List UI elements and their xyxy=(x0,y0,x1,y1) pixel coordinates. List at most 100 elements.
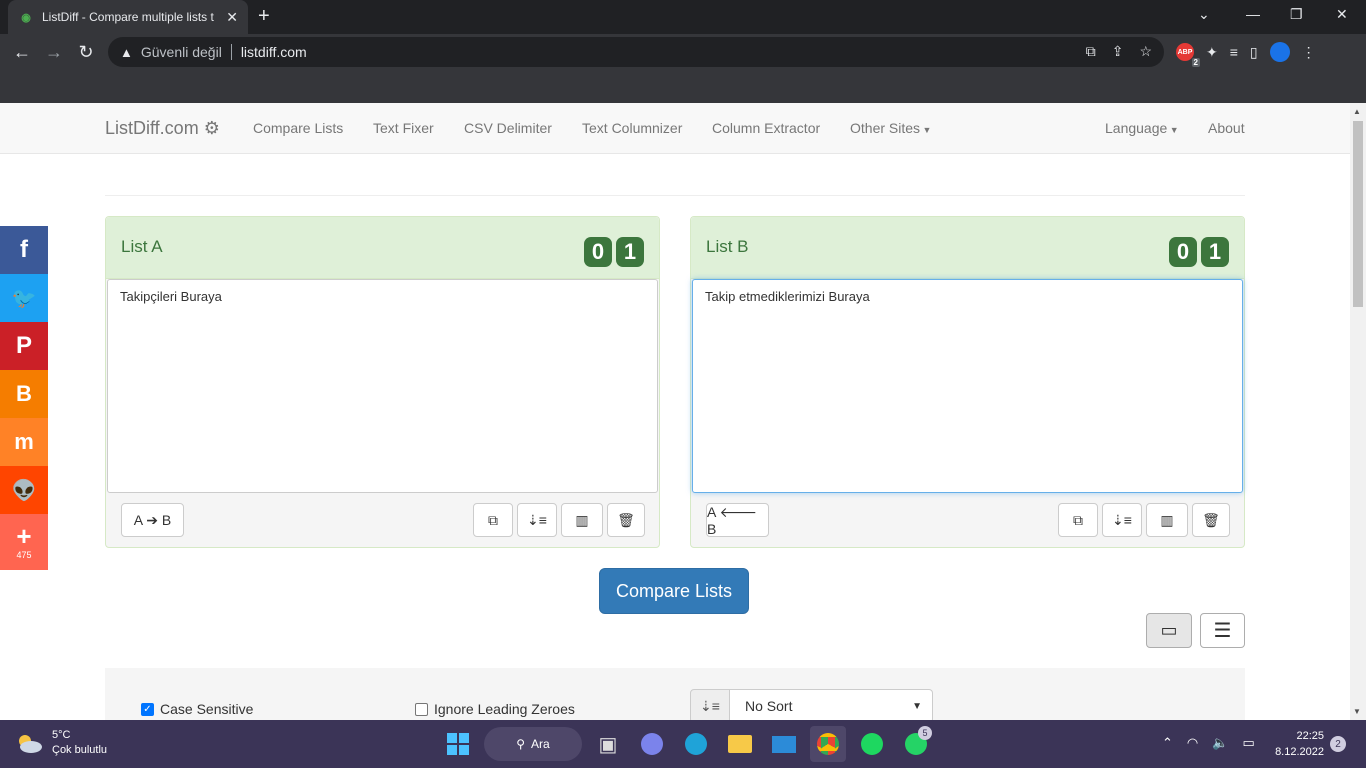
sort-button[interactable]: ⇣≡ xyxy=(1102,503,1142,537)
weather-widget[interactable]: 5°C Çok bulutlu xyxy=(14,728,107,758)
nav-about[interactable]: About xyxy=(1208,120,1245,136)
chrome-menu-icon[interactable]: ⋮ xyxy=(1302,44,1316,61)
sort-select[interactable]: No Sort ▼ xyxy=(730,689,933,720)
profile-avatar[interactable] xyxy=(1269,42,1290,62)
edge-button[interactable] xyxy=(678,726,714,762)
list-b-textarea[interactable]: Takip etmediklerimizi Buraya xyxy=(692,279,1243,493)
taskbar-search[interactable]: ⚲ Ara xyxy=(484,727,582,761)
scroll-down-icon[interactable]: ▼ xyxy=(1353,707,1361,716)
reload-button[interactable]: ↻ xyxy=(74,40,98,64)
close-window-button[interactable]: ✕ xyxy=(1336,6,1348,23)
list-b-lines-badge: 1 xyxy=(1201,237,1229,267)
move-a-to-b-button[interactable]: A ➔ B xyxy=(121,503,184,537)
share-icon[interactable]: ⇪ xyxy=(1112,43,1124,60)
stats-button[interactable]: ▥ xyxy=(561,503,603,537)
new-tab-button[interactable]: + xyxy=(258,6,270,26)
ignore-leading-zeroes-checkbox[interactable] xyxy=(415,702,428,716)
list-a-header: List A 0 1 xyxy=(106,217,659,279)
page-scrollbar[interactable]: ▲ ▼ xyxy=(1350,103,1366,720)
whatsapp-button[interactable]: 5 xyxy=(898,726,934,762)
nav-text-columnizer[interactable]: Text Columnizer xyxy=(582,120,682,136)
list-b-title: List B xyxy=(706,237,749,256)
security-label[interactable]: Güvenli değil xyxy=(141,44,222,60)
mix-icon: m xyxy=(14,429,34,454)
pinterest-share-button[interactable]: P xyxy=(0,322,48,370)
nav-compare-lists[interactable]: Compare Lists xyxy=(253,120,343,136)
scroll-up-icon[interactable]: ▲ xyxy=(1353,107,1361,116)
url-text[interactable]: listdiff.com xyxy=(241,44,307,60)
more-share-button[interactable]: + 475 xyxy=(0,514,48,570)
clear-button[interactable]: 🗑 xyxy=(607,503,645,537)
bookmark-star-icon[interactable]: ☆ xyxy=(1139,43,1152,60)
laptop-view-button[interactable]: ▭ xyxy=(1146,613,1192,648)
weather-desc: Çok bulutlu xyxy=(52,744,108,756)
list-b-count-badge: 0 xyxy=(1169,237,1197,267)
list-b-panel: List B 0 1 Takip etmediklerimizi Buraya … xyxy=(690,216,1245,548)
nav-text-fixer[interactable]: Text Fixer xyxy=(373,120,434,136)
battery-icon[interactable]: ▭ xyxy=(1242,735,1254,751)
minimize-button[interactable]: — xyxy=(1246,6,1260,22)
list-a-textarea[interactable]: Takipçileri Buraya xyxy=(107,279,658,493)
translate-icon[interactable]: ⧉ xyxy=(1086,43,1096,60)
list-b-header: List B 0 1 xyxy=(691,217,1244,279)
reddit-icon: 👽 xyxy=(11,479,37,502)
volume-icon[interactable]: 🔈 xyxy=(1212,735,1228,751)
copy-button[interactable]: ⧉ xyxy=(473,503,513,537)
taskbar-clock[interactable]: 22:25 8.12.2022 xyxy=(1270,728,1324,760)
teams-chat-button[interactable] xyxy=(634,726,670,762)
nav-other-sites[interactable]: Other Sites ▼ xyxy=(850,120,931,136)
task-view-button[interactable]: ▣ xyxy=(590,726,626,762)
spotify-button[interactable] xyxy=(854,726,890,762)
facebook-share-button[interactable]: f xyxy=(0,226,48,274)
nav-language[interactable]: Language ▼ xyxy=(1105,120,1179,136)
scroll-thumb[interactable] xyxy=(1353,121,1363,307)
tab-close-icon[interactable]: ✕ xyxy=(226,9,238,26)
reddit-share-button[interactable]: 👽 xyxy=(0,466,48,514)
restore-button[interactable]: ❐ xyxy=(1290,6,1303,23)
mail-button[interactable] xyxy=(766,726,802,762)
brand-link[interactable]: ListDiff.com ⚙ xyxy=(105,118,220,139)
language-label: Language xyxy=(1105,120,1168,136)
browser-toolbar: ← → ↻ ▲ Güvenli değil listdiff.com ⧉ ⇪ ☆… xyxy=(0,34,1366,70)
side-panel-icon[interactable]: ▯ xyxy=(1250,44,1258,61)
folder-icon xyxy=(728,735,752,753)
forward-button[interactable]: → xyxy=(42,40,66,64)
sort-button[interactable]: ⇣≡ xyxy=(517,503,557,537)
list-a-lines-badge: 1 xyxy=(616,237,644,267)
mix-share-button[interactable]: m xyxy=(0,418,48,466)
case-sensitive-option[interactable]: ✓ Case Sensitive xyxy=(141,701,253,717)
caret-down-icon: ▼ xyxy=(920,125,932,135)
list-a-title: List A xyxy=(121,237,163,256)
ignore-leading-zeroes-label: Ignore Leading Zeroes xyxy=(434,701,575,717)
file-explorer-button[interactable] xyxy=(722,726,758,762)
list-view-button[interactable]: ☰ xyxy=(1200,613,1245,648)
clear-button[interactable]: 🗑 xyxy=(1192,503,1230,537)
back-button[interactable]: ← xyxy=(10,40,34,64)
move-b-to-a-button[interactable]: A 🡐 B xyxy=(706,503,769,537)
reading-list-icon[interactable]: ≡ xyxy=(1230,44,1238,60)
twitter-share-button[interactable]: 🐦 xyxy=(0,274,48,322)
notification-badge[interactable]: 2 xyxy=(1330,736,1346,752)
extensions-puzzle-icon[interactable]: ✦ xyxy=(1206,44,1218,61)
ignore-leading-zeroes-option[interactable]: Ignore Leading Zeroes xyxy=(415,701,575,717)
whatsapp-badge: 5 xyxy=(918,726,932,740)
start-button[interactable] xyxy=(440,726,476,762)
wifi-icon[interactable]: ◠ xyxy=(1187,735,1198,751)
adblock-extension-icon[interactable]: ABP 2 xyxy=(1176,43,1200,67)
chevron-up-icon[interactable]: ⌃ xyxy=(1162,735,1173,751)
sort-icon: ⇣≡ xyxy=(527,511,547,528)
brand-text: ListDiff.com xyxy=(105,118,199,138)
edge-icon xyxy=(685,733,707,755)
case-sensitive-checkbox[interactable]: ✓ xyxy=(141,702,154,716)
address-bar[interactable]: ▲ Güvenli değil listdiff.com ⧉ ⇪ ☆ xyxy=(108,37,1164,67)
blogger-share-button[interactable]: B xyxy=(0,370,48,418)
nav-csv-delimiter[interactable]: CSV Delimiter xyxy=(464,120,552,136)
compare-lists-button[interactable]: Compare Lists xyxy=(599,568,749,614)
browser-tab[interactable]: ◉ ListDiff - Compare multiple lists t ✕ xyxy=(8,0,248,34)
bar-chart-icon: ▥ xyxy=(1160,511,1174,528)
chrome-button[interactable] xyxy=(810,726,846,762)
nav-column-extractor[interactable]: Column Extractor xyxy=(712,120,820,136)
copy-button[interactable]: ⧉ xyxy=(1058,503,1098,537)
stats-button[interactable]: ▥ xyxy=(1146,503,1188,537)
tab-search-icon[interactable]: ⌄ xyxy=(1198,6,1210,23)
